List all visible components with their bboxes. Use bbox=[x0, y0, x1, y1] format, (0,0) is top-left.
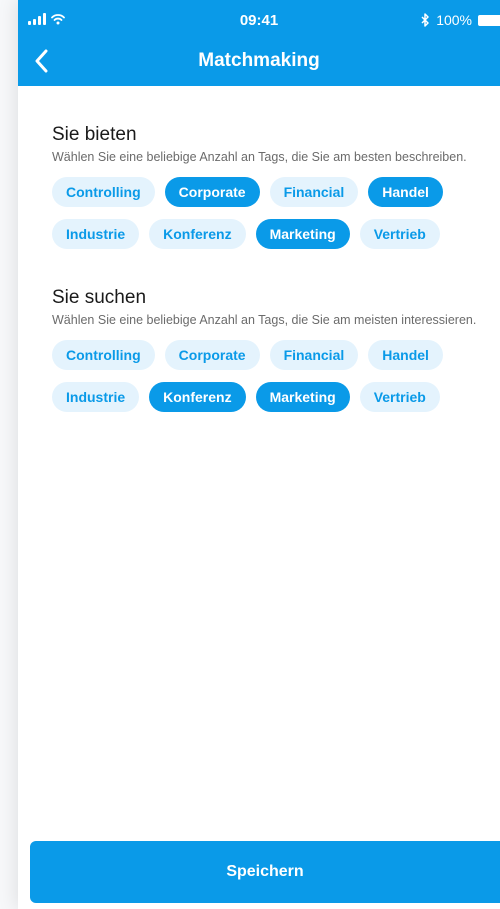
tag-chip[interactable]: Vertrieb bbox=[359, 382, 440, 412]
tag-chip[interactable]: Industrie bbox=[52, 219, 140, 249]
status-bar: 09:41 100% bbox=[18, 0, 500, 40]
phone-screen: 09:41 100% Matchmaking Sie bieten Wählen… bbox=[18, 0, 500, 909]
offer-tags: Controlling Corporate Financial Handel I… bbox=[52, 177, 482, 261]
tag-chip[interactable]: Industrie bbox=[52, 382, 140, 412]
tag-chip[interactable]: Marketing bbox=[255, 382, 350, 412]
page-title: Matchmaking bbox=[198, 50, 320, 71]
save-button[interactable]: Speichern bbox=[30, 841, 500, 903]
tag-chip[interactable]: Handel bbox=[368, 177, 443, 207]
tag-chip[interactable]: Corporate bbox=[164, 340, 260, 370]
tag-row: Industrie Konferenz Marketing Vertrieb bbox=[52, 219, 440, 249]
tag-row: Industrie Konferenz Marketing Vertrieb bbox=[52, 382, 440, 412]
tag-row: Controlling Corporate Financial Handel bbox=[52, 177, 443, 207]
tag-chip[interactable]: Controlling bbox=[52, 340, 155, 370]
offer-section: Sie bieten Wählen Sie eine beliebige Anz… bbox=[52, 124, 482, 261]
tag-row: Controlling Corporate Financial Handel bbox=[52, 340, 443, 370]
tag-chip[interactable]: Corporate bbox=[164, 177, 260, 207]
bluetooth-icon bbox=[421, 13, 429, 27]
tag-chip[interactable]: Controlling bbox=[52, 177, 155, 207]
nav-bar: Matchmaking bbox=[18, 40, 500, 86]
tag-chip[interactable]: Financial bbox=[269, 340, 359, 370]
search-title: Sie suchen bbox=[52, 287, 147, 308]
content: Sie bieten Wählen Sie eine beliebige Anz… bbox=[52, 124, 482, 450]
offer-subtitle: Wählen Sie eine beliebige Anzahl an Tags… bbox=[52, 150, 467, 164]
search-section: Sie suchen Wählen Sie eine beliebige Anz… bbox=[52, 287, 482, 424]
tag-chip[interactable]: Konferenz bbox=[149, 382, 246, 412]
battery-percent: 100% bbox=[436, 12, 472, 28]
tag-chip[interactable]: Handel bbox=[368, 340, 443, 370]
search-subtitle: Wählen Sie eine beliebige Anzahl an Tags… bbox=[52, 313, 477, 327]
tag-chip[interactable]: Konferenz bbox=[149, 219, 246, 249]
offer-title: Sie bieten bbox=[52, 124, 137, 145]
app-header: 09:41 100% Matchmaking bbox=[18, 0, 500, 86]
status-right: 100% bbox=[421, 12, 500, 28]
tag-chip[interactable]: Marketing bbox=[255, 219, 350, 249]
battery-icon bbox=[478, 14, 500, 26]
search-tags: Controlling Corporate Financial Handel I… bbox=[52, 340, 482, 424]
tag-chip[interactable]: Financial bbox=[269, 177, 359, 207]
tag-chip[interactable]: Vertrieb bbox=[359, 219, 440, 249]
